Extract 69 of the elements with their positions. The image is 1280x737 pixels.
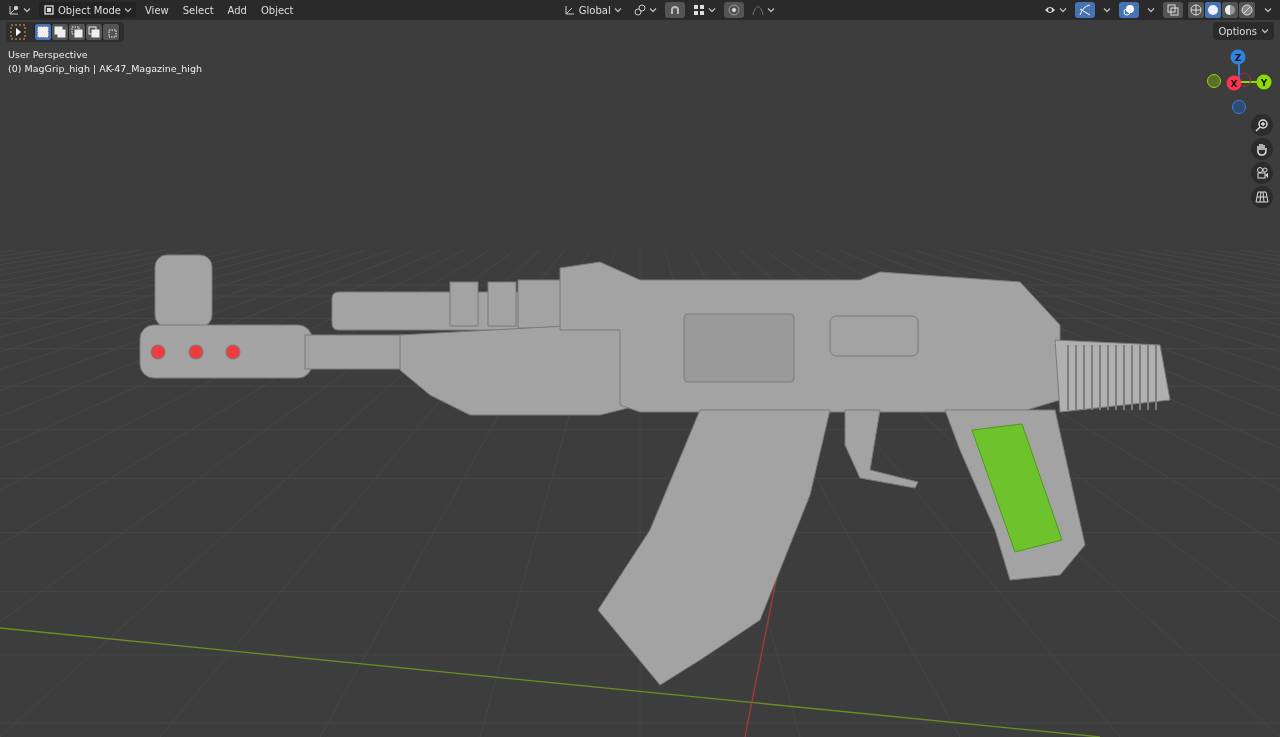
projection-toggle-button[interactable] xyxy=(1251,186,1273,208)
eye-icon xyxy=(1044,4,1056,16)
camera-view-button[interactable] xyxy=(1251,162,1273,184)
pan-button[interactable] xyxy=(1251,138,1273,160)
orientation-dropdown[interactable]: Global xyxy=(559,2,626,18)
camera-icon xyxy=(1255,166,1269,180)
menu-item[interactable]: Add xyxy=(222,2,252,18)
menu-item[interactable]: Object xyxy=(255,2,299,18)
caret-icon xyxy=(23,7,31,13)
curve-icon xyxy=(751,4,764,16)
shading-mode-button[interactable] xyxy=(1222,2,1238,18)
caret-icon xyxy=(1261,28,1269,34)
link-icon xyxy=(633,4,646,16)
caret-icon xyxy=(766,7,775,13)
magnet-icon xyxy=(668,4,681,16)
caret-icon xyxy=(124,7,132,13)
caret-icon xyxy=(648,7,657,13)
shading-mode-button[interactable] xyxy=(1205,2,1221,18)
xray-toggle-button[interactable] xyxy=(1163,2,1183,18)
proportional-edit-button[interactable] xyxy=(723,2,744,18)
gizmo-toggle-button[interactable] xyxy=(1075,2,1095,18)
caret-icon xyxy=(1264,7,1272,13)
menu-item[interactable]: Select xyxy=(177,2,219,18)
caret-icon xyxy=(1147,7,1155,13)
select-mode-button[interactable] xyxy=(35,24,51,40)
select-mode-button[interactable] xyxy=(103,24,119,40)
squares-icon xyxy=(37,26,49,38)
zoom-button[interactable] xyxy=(1251,114,1273,136)
target-icon xyxy=(727,4,740,16)
grid-icon xyxy=(1255,190,1269,204)
squares-icon xyxy=(88,26,100,38)
grid-dots-icon xyxy=(692,4,705,16)
axis-handle[interactable] xyxy=(1207,74,1221,88)
overlays-toggle-button[interactable] xyxy=(1119,2,1139,18)
half-sphere-icon xyxy=(1224,4,1236,16)
caret-icon xyxy=(1103,7,1111,13)
shaded-sphere-icon xyxy=(1241,4,1253,16)
axis-handle[interactable] xyxy=(1232,100,1246,114)
caret-icon xyxy=(1059,7,1067,13)
select-tool-icon[interactable] xyxy=(10,24,26,40)
cube-icon xyxy=(43,4,55,16)
squares-icon xyxy=(105,26,117,38)
squares-icon xyxy=(54,26,66,38)
wireframe-sphere-icon xyxy=(1190,4,1202,16)
select-mode-button[interactable] xyxy=(52,24,68,40)
zoom-icon xyxy=(1255,118,1269,132)
object-info-label: (0) MagGrip_high | AK-47_Magazine_high xyxy=(8,62,202,76)
squares-icon xyxy=(71,26,83,38)
shading-mode-button[interactable] xyxy=(1188,2,1204,18)
axis-handle[interactable]: Y xyxy=(1256,74,1272,90)
select-mode-button[interactable] xyxy=(69,24,85,40)
solid-sphere-icon xyxy=(1207,4,1219,16)
overlapping-circles-icon xyxy=(1123,4,1135,16)
axes-icon xyxy=(563,4,576,16)
mode-dropdown[interactable]: Object Mode xyxy=(39,2,136,18)
menu-item[interactable]: View xyxy=(140,2,174,18)
select-mode-button[interactable] xyxy=(86,24,102,40)
caret-icon xyxy=(613,7,622,13)
arrows-icon xyxy=(1079,4,1091,16)
overlapping-squares-icon xyxy=(1167,4,1179,16)
axis-handle[interactable] xyxy=(1237,73,1251,87)
view-label: User Perspective xyxy=(8,48,89,62)
shading-mode-button[interactable] xyxy=(1239,2,1255,18)
caret-icon xyxy=(707,7,716,13)
options-dropdown[interactable]: Options xyxy=(1213,22,1274,40)
axis-handle[interactable]: Z xyxy=(1230,49,1246,65)
snap-toggle-button[interactable] xyxy=(664,2,685,18)
axes-icon xyxy=(8,4,20,16)
axis-handle[interactable]: X xyxy=(1226,75,1242,91)
